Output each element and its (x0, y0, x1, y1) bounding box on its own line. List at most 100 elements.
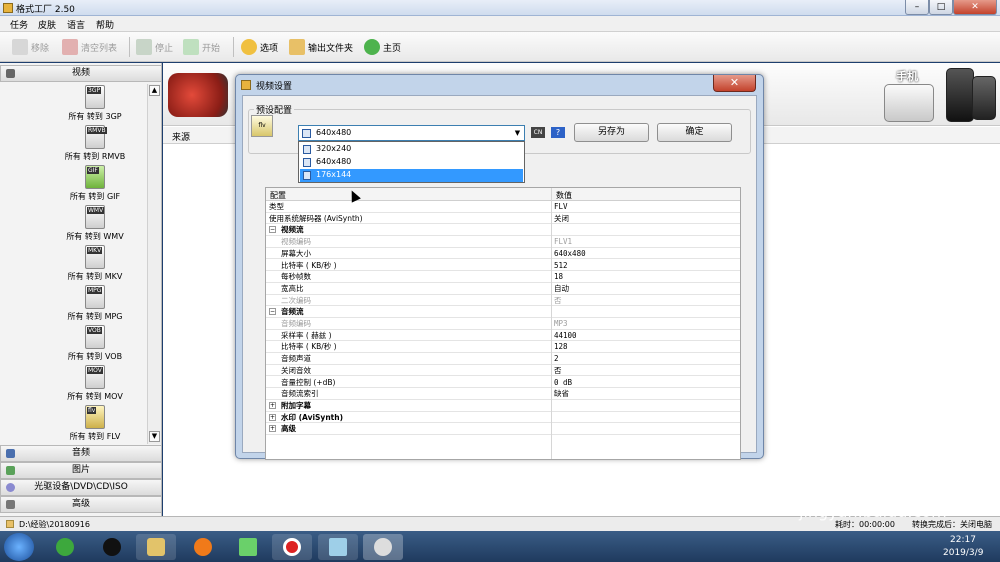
grid-row[interactable]: 采样率 ( 赫兹 ) 44100 (266, 330, 740, 342)
format-item-flv[interactable]: flv 所有 转到 FLV (40, 405, 150, 441)
grid-row[interactable]: 使用系统解码器 (AviSynth) 关闭 (266, 213, 740, 225)
expand-icon[interactable]: + (269, 425, 276, 433)
grid-row[interactable]: 二次编码 否 (266, 295, 740, 307)
format-item-mov[interactable]: MOV 所有 转到 MOV (40, 365, 150, 401)
grid-group-row[interactable]: + 附加字幕 (266, 400, 740, 412)
category-advanced-label: 高级 (71, 499, 90, 509)
folder-icon (147, 538, 165, 556)
grid-row[interactable]: 比特率 ( KB/秒 ) 512 (266, 260, 740, 272)
grid-group-row[interactable]: + 高级 (266, 423, 740, 435)
category-dvd-label: 光驱设备\DVD\CD\ISO (34, 482, 128, 492)
grid-row[interactable]: 类型 FLV (266, 201, 740, 213)
dialog-close-button[interactable]: ✕ (713, 75, 756, 92)
preset-option[interactable]: 640x480 (300, 156, 523, 169)
preset-combobox[interactable]: 640x480 ▼ (298, 125, 525, 141)
grid-row-value: 缺省 (554, 389, 569, 399)
grid-row[interactable]: 音频编码 MP3 (266, 318, 740, 330)
maximize-button[interactable]: □ (929, 0, 953, 15)
app-icon (329, 538, 347, 556)
chevron-down-icon[interactable]: ▼ (511, 126, 524, 140)
scroll-up-button[interactable]: ▲ (149, 85, 160, 96)
clock-time[interactable]: 22:17 (950, 535, 976, 545)
format-item-rmvb[interactable]: RMVB 所有 转到 RMVB (40, 125, 150, 161)
format-item-3gp[interactable]: 3GP 所有 转到 3GP (40, 85, 150, 121)
category-image[interactable]: 图片 (0, 462, 162, 479)
close-button[interactable]: ✕ (953, 0, 997, 15)
grid-row[interactable]: 视频编码 FLV1 (266, 236, 740, 248)
grid-row-key: 二次编码 (281, 295, 311, 305)
video-category-icon (6, 69, 15, 78)
sidebar-scrollbar[interactable]: ▲ ▼ (147, 84, 161, 444)
grid-row-key: 比特率 ( KB/秒 ) (281, 342, 337, 352)
format-item-wmv[interactable]: WMV 所有 转到 WMV (40, 205, 150, 241)
output-folder-button[interactable]: 输出文件夹 (289, 37, 353, 57)
expand-icon[interactable]: + (269, 401, 276, 409)
format-item-mpg[interactable]: MPG 所有 转到 MPG (40, 285, 150, 321)
format-item-gif[interactable]: GIF 所有 转到 GIF (40, 165, 150, 201)
preset-combobox-value: 640x480 (316, 128, 352, 137)
grid-row-value: 2 (554, 354, 559, 364)
ok-button[interactable]: 确定 (657, 123, 732, 142)
menu-skin[interactable]: 皮肤 (38, 18, 56, 31)
preset-manage-icon[interactable]: CN (531, 127, 545, 138)
category-video[interactable]: 视频 (0, 65, 162, 82)
taskbar-app[interactable] (272, 534, 312, 560)
grid-row[interactable]: 关闭音效 否 (266, 365, 740, 377)
category-advanced[interactable]: 高级 (0, 496, 162, 513)
menu-language[interactable]: 语言 (67, 18, 85, 31)
format-item-mkv[interactable]: MKV 所有 转到 MKV (40, 245, 150, 281)
grid-row[interactable]: 每秒帧数 18 (266, 271, 740, 283)
toolbar: 移除 清空列表 停止 开始 选项 输出文件夹 主页 (0, 32, 1000, 62)
clear-icon (62, 39, 78, 55)
grid-row-value: 否 (554, 295, 562, 305)
minimize-button[interactable]: – (905, 0, 929, 15)
clock-date[interactable]: 2019/3/9 (943, 548, 983, 558)
record-icon (283, 538, 301, 556)
preset-icon (302, 129, 311, 138)
collapse-icon[interactable]: − (269, 308, 276, 316)
scroll-down-button[interactable]: ▼ (149, 431, 160, 442)
remove-button[interactable]: 移除 (12, 37, 49, 57)
format-label: 所有 转到 MOV (67, 392, 123, 401)
grid-row[interactable]: 音频声道 2 (266, 353, 740, 365)
taskbar-app[interactable] (45, 534, 85, 560)
format-icon-label: flv (87, 407, 97, 414)
save-as-button[interactable]: 另存为 (574, 123, 649, 142)
start-button[interactable]: 开始 (183, 37, 220, 57)
expand-icon[interactable]: + (269, 413, 276, 421)
taskbar-app-formatfactory[interactable] (363, 534, 403, 560)
menubar: 任务 皮肤 语言 帮助 (0, 16, 1000, 32)
stop-button[interactable]: 停止 (136, 37, 173, 57)
grid-group-row[interactable]: − 视频流 (266, 224, 740, 237)
taskbar-app[interactable] (183, 534, 223, 560)
mkv-icon: MKV (85, 245, 105, 269)
menu-help[interactable]: 帮助 (96, 18, 114, 31)
grid-group-row[interactable]: + 水印 (AviSynth) (266, 412, 740, 424)
grid-row-key: 附加字幕 (281, 400, 311, 410)
format-item-vob[interactable]: VOB 所有 转到 VOB (40, 325, 150, 361)
taskbar-app[interactable] (136, 534, 176, 560)
home-button[interactable]: 主页 (364, 37, 401, 57)
taskbar-app[interactable] (318, 534, 358, 560)
grid-row[interactable]: 比特率 ( KB/秒 ) 128 (266, 341, 740, 354)
grid-row-key: 视频编码 (281, 237, 311, 247)
options-button[interactable]: 选项 (241, 37, 278, 57)
grid-row-key: 高级 (281, 424, 296, 434)
format-icon-label: MOV (87, 367, 103, 374)
category-audio[interactable]: 音频 (0, 445, 162, 462)
clear-list-button[interactable]: 清空列表 (62, 37, 117, 57)
grid-group-row[interactable]: − 音频流 (266, 306, 740, 318)
grid-row[interactable]: 屏幕大小 640x480 (266, 248, 740, 260)
preset-option-selected[interactable]: 176x144 (300, 169, 523, 182)
taskbar-app[interactable] (92, 534, 132, 560)
preset-option[interactable]: 320x240 (300, 143, 523, 156)
grid-row[interactable]: 音量控制 (+dB) 0 dB (266, 377, 740, 389)
menu-task[interactable]: 任务 (10, 18, 28, 31)
grid-row[interactable]: 音频流索引 缺省 (266, 388, 740, 400)
category-dvd[interactable]: 光驱设备\DVD\CD\ISO (0, 479, 162, 496)
grid-row[interactable]: 宽高比 自动 (266, 283, 740, 295)
help-icon[interactable]: ? (551, 127, 565, 138)
collapse-icon[interactable]: − (269, 226, 276, 234)
start-button[interactable] (4, 533, 34, 561)
taskbar-app[interactable] (228, 534, 268, 560)
